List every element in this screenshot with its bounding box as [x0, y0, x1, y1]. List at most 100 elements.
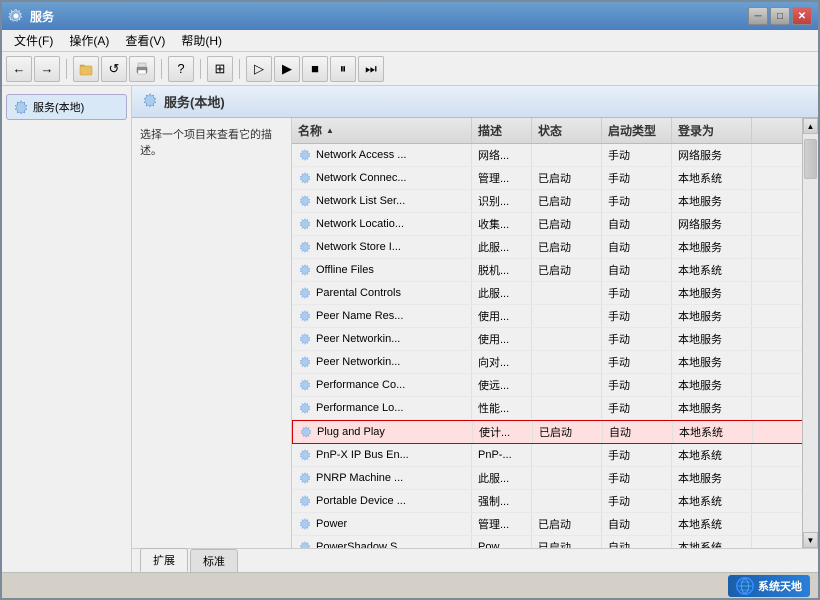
cell-startup: 手动 — [602, 490, 672, 512]
pause-button[interactable]: ⏸ — [330, 56, 356, 82]
table-row[interactable]: Portable Device ...强制...手动本地系统 — [292, 490, 818, 513]
menu-action[interactable]: 操作(A) — [61, 30, 117, 51]
col-header-startup[interactable]: 启动类型 — [602, 118, 672, 143]
panel-title: 服务(本地) — [164, 92, 225, 111]
cell-startup: 手动 — [602, 351, 672, 373]
tab-extended[interactable]: 扩展 — [140, 548, 188, 572]
cell-desc: 脱机... — [472, 259, 532, 281]
cell-logon: 本地系统 — [672, 167, 752, 189]
table-row[interactable]: PNRP Machine ...此服...手动本地服务 — [292, 467, 818, 490]
cell-name: Performance Lo... — [292, 397, 472, 419]
cell-name: PnP-X IP Bus En... — [292, 444, 472, 466]
folder-icon — [79, 62, 93, 76]
cell-status: 已启动 — [532, 236, 602, 258]
refresh-button[interactable]: ↺ — [101, 56, 127, 82]
table-row[interactable]: Peer Name Res...使用...手动本地服务 — [292, 305, 818, 328]
table-row[interactable]: PowerShadow S...Pow...已启动自动本地系统 — [292, 536, 818, 548]
sort-arrow: ▲ — [326, 126, 334, 135]
globe-icon — [737, 578, 753, 594]
table-row[interactable]: Network Access ...网络...手动网络服务 — [292, 144, 818, 167]
cell-desc: 性能... — [472, 397, 532, 419]
cell-logon: 本地系统 — [672, 490, 752, 512]
cell-logon: 本地系统 — [672, 513, 752, 535]
title-controls: ─ □ ✕ — [748, 7, 812, 25]
menu-file[interactable]: 文件(F) — [6, 30, 61, 51]
cell-desc: 向对... — [472, 351, 532, 373]
col-header-name[interactable]: 名称 ▲ — [292, 118, 472, 143]
cell-logon: 网络服务 — [672, 144, 752, 166]
cell-name: PNRP Machine ... — [292, 467, 472, 489]
col-header-logon[interactable]: 登录为 — [672, 118, 752, 143]
services-area: 名称 ▲ 描述 状态 启动类型 登录为 Network Access ...网络… — [292, 118, 818, 548]
close-button[interactable]: ✕ — [792, 7, 812, 25]
cell-desc: 此服... — [472, 467, 532, 489]
table-row[interactable]: Peer Networkin...使用...手动本地服务 — [292, 328, 818, 351]
panel-header: 服务(本地) — [132, 86, 818, 118]
forward-button[interactable]: → — [34, 56, 60, 82]
help-button[interactable]: ? — [168, 56, 194, 82]
table-row[interactable]: Network Connec...管理...已启动手动本地系统 — [292, 167, 818, 190]
scrollbar-thumb[interactable] — [804, 139, 817, 179]
menu-view[interactable]: 查看(V) — [117, 30, 173, 51]
scroll-down-button[interactable]: ▼ — [803, 532, 818, 548]
cell-startup: 自动 — [603, 421, 673, 443]
service-gear-icon — [298, 194, 312, 208]
table-row[interactable]: Network List Ser...识别...已启动手动本地服务 — [292, 190, 818, 213]
table-row[interactable]: Offline Files脱机...已启动自动本地系统 — [292, 259, 818, 282]
panel-header-icon — [142, 92, 158, 111]
cell-logon: 本地服务 — [672, 282, 752, 304]
table-row[interactable]: Plug and Play使计...已启动自动本地系统 — [292, 420, 818, 444]
scrollbar-track[interactable] — [803, 134, 818, 532]
cell-desc: 使远... — [472, 374, 532, 396]
service-gear-icon — [298, 332, 312, 346]
table-row[interactable]: Power管理...已启动自动本地系统 — [292, 513, 818, 536]
cell-desc: 收集... — [472, 213, 532, 235]
grid-button[interactable]: ⊞ — [207, 56, 233, 82]
skip-button[interactable]: ⏭ — [358, 56, 384, 82]
tab-standard[interactable]: 标准 — [190, 549, 238, 572]
table-row[interactable]: Network Store I...此服...已启动自动本地服务 — [292, 236, 818, 259]
sidebar: 服务(本地) — [2, 86, 132, 572]
table-row[interactable]: Performance Lo...性能...手动本地服务 — [292, 397, 818, 420]
cell-logon: 本地系统 — [672, 536, 752, 548]
minimize-button[interactable]: ─ — [748, 7, 768, 25]
table-row[interactable]: Peer Networkin...向对...手动本地服务 — [292, 351, 818, 374]
folder-button[interactable] — [73, 56, 99, 82]
table-row[interactable]: Performance Co...使远...手动本地服务 — [292, 374, 818, 397]
maximize-button[interactable]: □ — [770, 7, 790, 25]
back-button[interactable]: ← — [6, 56, 32, 82]
col-header-status[interactable]: 状态 — [532, 118, 602, 143]
cell-startup: 手动 — [602, 305, 672, 327]
cell-logon: 本地服务 — [672, 236, 752, 258]
cell-startup: 手动 — [602, 467, 672, 489]
stop-button[interactable]: ■ — [302, 56, 328, 82]
cell-status: 已启动 — [532, 259, 602, 281]
cell-name: Offline Files — [292, 259, 472, 281]
table-row[interactable]: Network Locatio...收集...已启动自动网络服务 — [292, 213, 818, 236]
scroll-up-button[interactable]: ▲ — [803, 118, 818, 134]
scrollbar[interactable]: ▲ ▼ — [802, 118, 818, 548]
print-icon — [135, 62, 149, 76]
cell-name: Power — [292, 513, 472, 535]
cell-desc: 使用... — [472, 328, 532, 350]
cell-startup: 自动 — [602, 513, 672, 535]
cell-status: 已启动 — [532, 513, 602, 535]
service-gear-icon — [298, 355, 312, 369]
cell-desc: 网络... — [472, 144, 532, 166]
panel-gear-icon — [142, 92, 158, 108]
service-gear-icon — [298, 401, 312, 415]
menu-help[interactable]: 帮助(H) — [173, 30, 230, 51]
play-button[interactable]: ▷ — [246, 56, 272, 82]
cell-status — [532, 351, 602, 373]
cell-desc: 使用... — [472, 305, 532, 327]
col-header-desc[interactable]: 描述 — [472, 118, 532, 143]
cell-desc: 强制... — [472, 490, 532, 512]
print-button[interactable] — [129, 56, 155, 82]
play-filled-button[interactable]: ▶ — [274, 56, 300, 82]
service-gear-icon — [298, 286, 312, 300]
toolbar: ← → ↺ ? ⊞ ▷ ▶ ■ ⏸ ⏭ — [2, 52, 818, 86]
panel-body: 选择一个项目来查看它的描述。 名称 ▲ 描述 状态 启动类型 登录为 — [132, 118, 818, 548]
table-row[interactable]: Parental Controls此服...手动本地服务 — [292, 282, 818, 305]
sidebar-local-services[interactable]: 服务(本地) — [6, 94, 127, 120]
table-row[interactable]: PnP-X IP Bus En...PnP-...手动本地系统 — [292, 444, 818, 467]
